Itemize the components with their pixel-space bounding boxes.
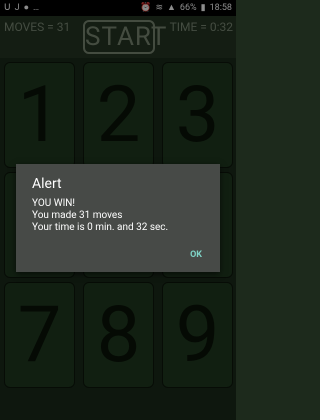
- dialog-line-time: Your time is 0 min. and 32 sec.: [32, 222, 169, 233]
- dialog-line-moves: You made 31 moves: [32, 210, 123, 221]
- dialog-line-win: YOU WIN!: [32, 198, 76, 209]
- dialog-title: Alert: [32, 176, 62, 192]
- alert-dialog: Alert YOU WIN! You made 31 moves Your ti…: [16, 164, 220, 272]
- dialog-message: YOU WIN! You made 31 moves Your time is …: [32, 198, 168, 234]
- ok-button[interactable]: OK: [190, 250, 202, 260]
